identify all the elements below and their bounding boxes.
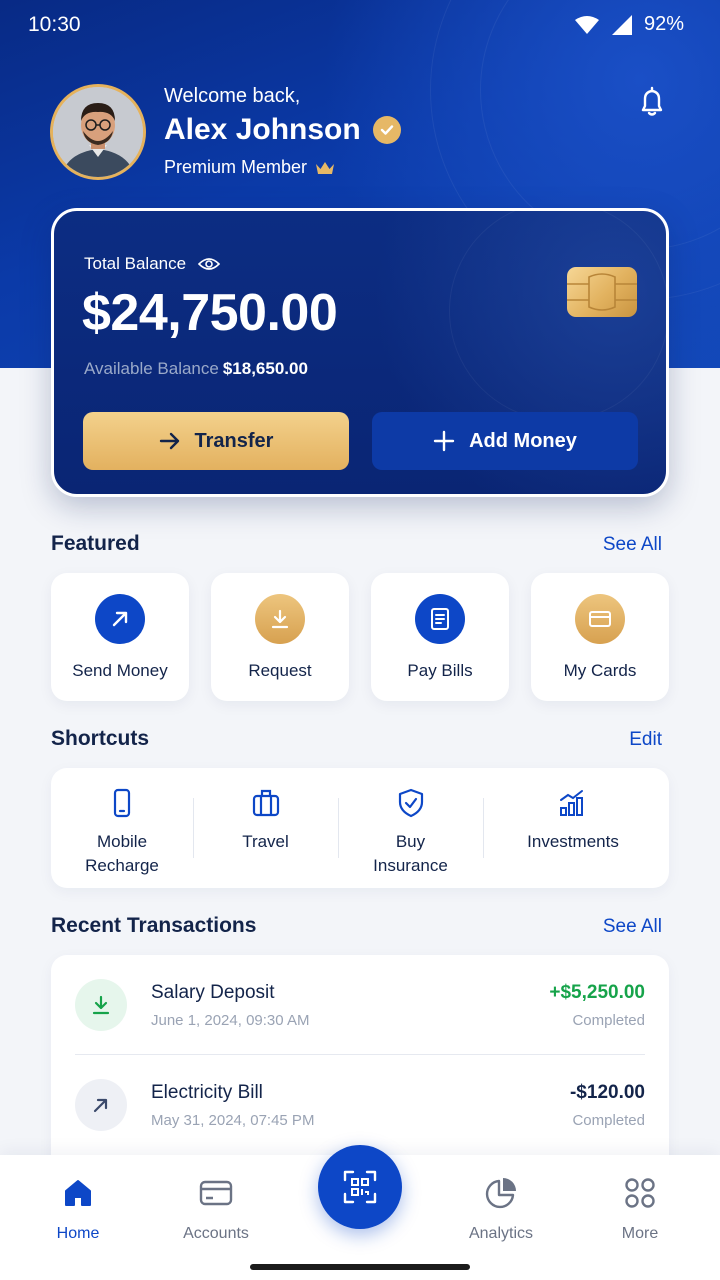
card-chip-icon [567, 267, 637, 317]
shortcut-investments[interactable]: Investments [483, 768, 663, 888]
shortcuts-panel: Mobile Recharge Travel Buy Insurance Inves… [51, 768, 669, 888]
transaction-title: Electricity Bill [151, 1082, 263, 1103]
transaction-date: June 1, 2024, 09:30 AM [151, 1012, 310, 1029]
transfer-button[interactable]: Transfer [83, 412, 349, 470]
nav-more[interactable]: More [580, 1175, 700, 1243]
featured-my-cards[interactable]: My Cards [531, 573, 669, 701]
featured-label: Send Money [72, 661, 168, 680]
scan-qr-button[interactable] [318, 1145, 402, 1229]
shortcuts-title: Shortcuts [51, 727, 150, 750]
avatar-image [53, 87, 143, 177]
notification-bell-button[interactable] [634, 84, 670, 120]
grid-icon [625, 1178, 655, 1208]
user-name-row: Alex Johnson [164, 113, 401, 147]
pie-chart-icon [485, 1178, 516, 1209]
transactions-see-all-link[interactable]: See All [603, 916, 662, 938]
transactions-title: Recent Transactions [51, 914, 257, 937]
status-bar: 10:30 92% [0, 0, 720, 52]
featured-send-money[interactable]: Send Money [51, 573, 189, 701]
shortcut-label: Insurance [373, 856, 448, 875]
bar-chart-icon [560, 790, 583, 816]
home-indicator [250, 1264, 470, 1270]
eye-icon[interactable] [198, 256, 221, 272]
luggage-icon [252, 789, 280, 817]
add-money-label: Add Money [469, 429, 577, 452]
bell-icon [641, 86, 663, 116]
home-icon [65, 1180, 91, 1206]
total-balance-amount: $24,750.00 [82, 284, 338, 342]
transfer-label: Transfer [194, 429, 274, 452]
transaction-row[interactable]: Salary Deposit June 1, 2024, 09:30 AM +$… [51, 955, 669, 1055]
transaction-amount: -$120.00 [569, 1082, 645, 1103]
nav-label: Analytics [468, 1225, 534, 1242]
featured-label: Pay Bills [407, 661, 473, 680]
verified-badge-icon [372, 116, 401, 144]
arrow-up-right-icon [75, 1079, 127, 1131]
shortcut-label: Mobile [96, 832, 148, 851]
featured-label: Request [248, 661, 312, 680]
nav-label: Accounts [183, 1225, 249, 1242]
membership-label: Premium Member [164, 157, 308, 177]
battery-level: 92% [643, 13, 684, 35]
plus-icon [433, 430, 455, 452]
shortcut-label: Recharge [85, 856, 159, 875]
available-balance-row: Available Balance $18,650.00 [84, 359, 308, 379]
transaction-status: Completed [572, 1112, 645, 1129]
shortcut-buy-insurance[interactable]: Buy Insurance [338, 768, 483, 888]
featured-see-all-link[interactable]: See All [603, 534, 662, 556]
shortcut-label: Investments [527, 832, 619, 851]
nav-analytics[interactable]: Analytics [441, 1175, 561, 1243]
transaction-status: Completed [572, 1012, 645, 1029]
card-icon [575, 594, 625, 644]
add-money-button[interactable]: Add Money [372, 412, 638, 470]
shortcut-label: Buy [395, 832, 426, 851]
transaction-date: May 31, 2024, 07:45 PM [151, 1112, 315, 1129]
featured-pay-bills[interactable]: Pay Bills [371, 573, 509, 701]
featured-title: Featured [51, 532, 140, 555]
available-balance-label: Available Balance [84, 359, 219, 378]
membership-row: Premium Member [164, 157, 335, 178]
crown-icon [316, 161, 335, 174]
shield-check-icon [398, 788, 424, 818]
total-balance-label: Total Balance [84, 254, 187, 273]
shortcut-label: Travel [242, 832, 289, 851]
card-icon [199, 1180, 233, 1206]
phone-icon [113, 788, 131, 818]
shortcut-mobile-recharge[interactable]: Mobile Recharge [51, 768, 193, 888]
shortcuts-edit-link[interactable]: Edit [629, 729, 662, 751]
shortcut-travel[interactable]: Travel [193, 768, 338, 888]
welcome-text: Welcome back, [164, 85, 301, 107]
balance-label-row: Total Balance [84, 254, 221, 274]
bill-icon [415, 594, 465, 644]
nav-label: More [621, 1225, 659, 1242]
status-time: 10:30 [28, 13, 81, 36]
arrow-right-icon [159, 432, 179, 450]
featured-request[interactable]: Request [211, 573, 349, 701]
transaction-amount: +$5,250.00 [549, 982, 645, 1003]
nav-accounts[interactable]: Accounts [156, 1175, 276, 1243]
avatar[interactable] [50, 84, 146, 180]
nav-label: Home [56, 1225, 100, 1242]
featured-label: My Cards [563, 661, 637, 680]
download-icon [255, 594, 305, 644]
signal-icon [611, 14, 632, 35]
transaction-title: Salary Deposit [151, 982, 275, 1003]
qr-scan-icon [343, 1170, 377, 1204]
user-name: Alex Johnson [164, 113, 361, 146]
download-icon [75, 979, 127, 1031]
transaction-row[interactable]: Electricity Bill May 31, 2024, 07:45 PM … [51, 1055, 669, 1155]
available-balance-amount: $18,650.00 [222, 359, 308, 378]
nav-home[interactable]: Home [18, 1175, 138, 1243]
balance-card: Total Balance $24,750.00 Available Balan… [51, 208, 669, 497]
arrow-up-right-icon [95, 594, 145, 644]
wifi-icon [574, 15, 599, 34]
